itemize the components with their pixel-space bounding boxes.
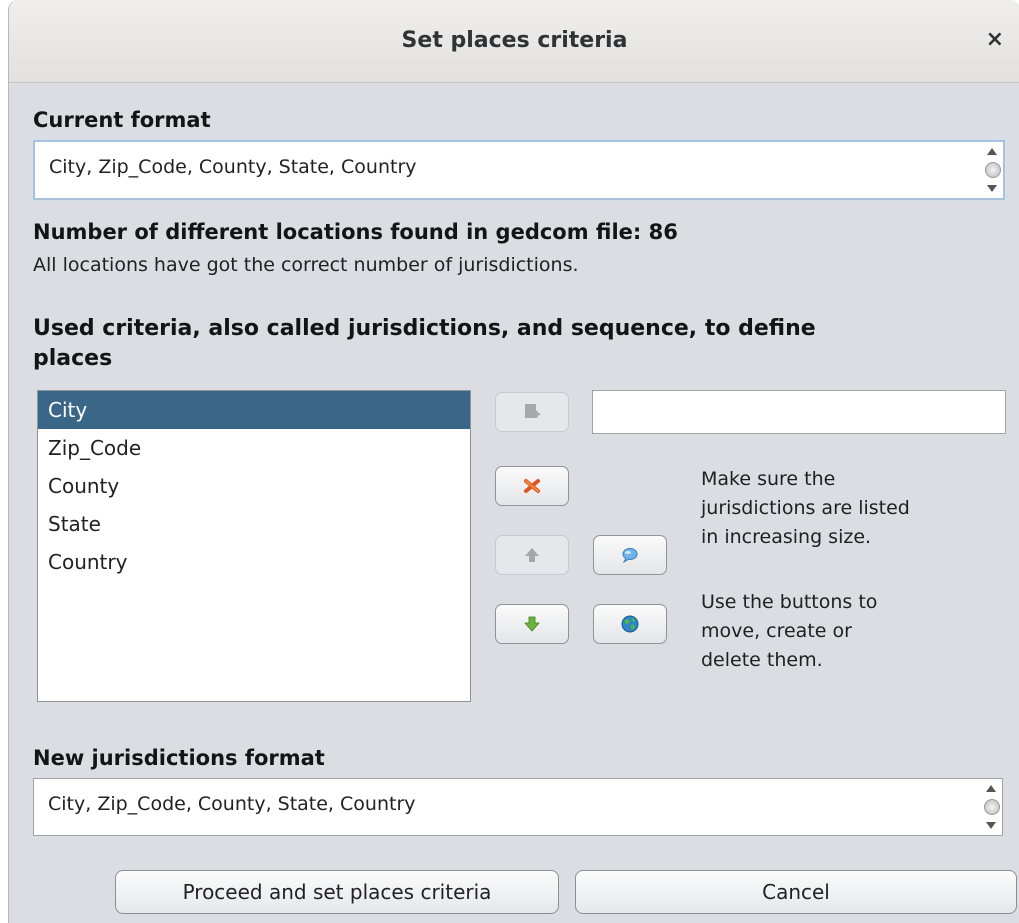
globe-icon bbox=[621, 615, 639, 633]
help-text-2: jurisdictions are listed bbox=[701, 497, 910, 519]
criteria-heading-line2: places bbox=[33, 346, 113, 371]
new-format-scroll-icon[interactable] bbox=[984, 785, 1000, 829]
current-format-value: City, Zip_Code, County, State, Country bbox=[49, 156, 417, 178]
new-jurisdiction-input[interactable] bbox=[592, 390, 1006, 434]
delete-jurisdiction-button[interactable] bbox=[495, 466, 569, 506]
new-format-value: City, Zip_Code, County, State, Country bbox=[48, 793, 416, 815]
list-item-county[interactable]: County bbox=[38, 467, 470, 505]
move-up-icon bbox=[525, 548, 539, 562]
current-format-label: Current format bbox=[33, 108, 211, 132]
delete-jurisdiction-icon bbox=[524, 479, 540, 493]
cancel-button[interactable]: Cancel bbox=[575, 870, 1017, 914]
lookup-icon bbox=[622, 548, 638, 564]
help-text-3: in increasing size. bbox=[701, 526, 872, 548]
current-format-field[interactable]: City, Zip_Code, County, State, Country bbox=[33, 140, 1005, 200]
new-format-field[interactable]: City, Zip_Code, County, State, Country bbox=[33, 778, 1003, 836]
current-format-scroll-icon[interactable] bbox=[985, 148, 1001, 192]
list-item-zip-code[interactable]: Zip_Code bbox=[38, 429, 470, 467]
dialog-title: Set places criteria bbox=[401, 28, 628, 53]
criteria-heading-line1: Used criteria, also called jurisdictions… bbox=[33, 316, 816, 341]
locations-count-label: Number of different locations found in g… bbox=[33, 220, 678, 244]
add-jurisdiction-button[interactable] bbox=[495, 392, 569, 432]
set-places-criteria-dialog: Set places criteria × Current format Cit… bbox=[8, 0, 1019, 923]
lookup-button[interactable] bbox=[593, 535, 667, 575]
proceed-button[interactable]: Proceed and set places criteria bbox=[115, 870, 559, 914]
list-item-city[interactable]: City bbox=[38, 391, 470, 429]
move-down-button[interactable] bbox=[495, 604, 569, 644]
help-text-5: move, create or bbox=[701, 620, 852, 642]
jurisdictions-list[interactable]: City Zip_Code County State Country bbox=[37, 390, 471, 702]
help-text-6: delete them. bbox=[701, 649, 823, 671]
help-text-4: Use the buttons to bbox=[701, 591, 878, 613]
move-down-icon bbox=[524, 616, 540, 632]
add-jurisdiction-icon bbox=[525, 404, 540, 418]
globe-button[interactable] bbox=[593, 604, 667, 644]
new-format-label: New jurisdictions format bbox=[33, 746, 325, 770]
move-up-button[interactable] bbox=[495, 535, 569, 575]
close-icon[interactable]: × bbox=[986, 27, 1004, 52]
locations-status-text: All locations have got the correct numbe… bbox=[33, 254, 579, 276]
list-item-state[interactable]: State bbox=[38, 505, 470, 543]
list-item-country[interactable]: Country bbox=[38, 543, 470, 581]
help-text-1: Make sure the bbox=[701, 468, 836, 490]
title-bar[interactable]: Set places criteria × bbox=[9, 0, 1019, 83]
